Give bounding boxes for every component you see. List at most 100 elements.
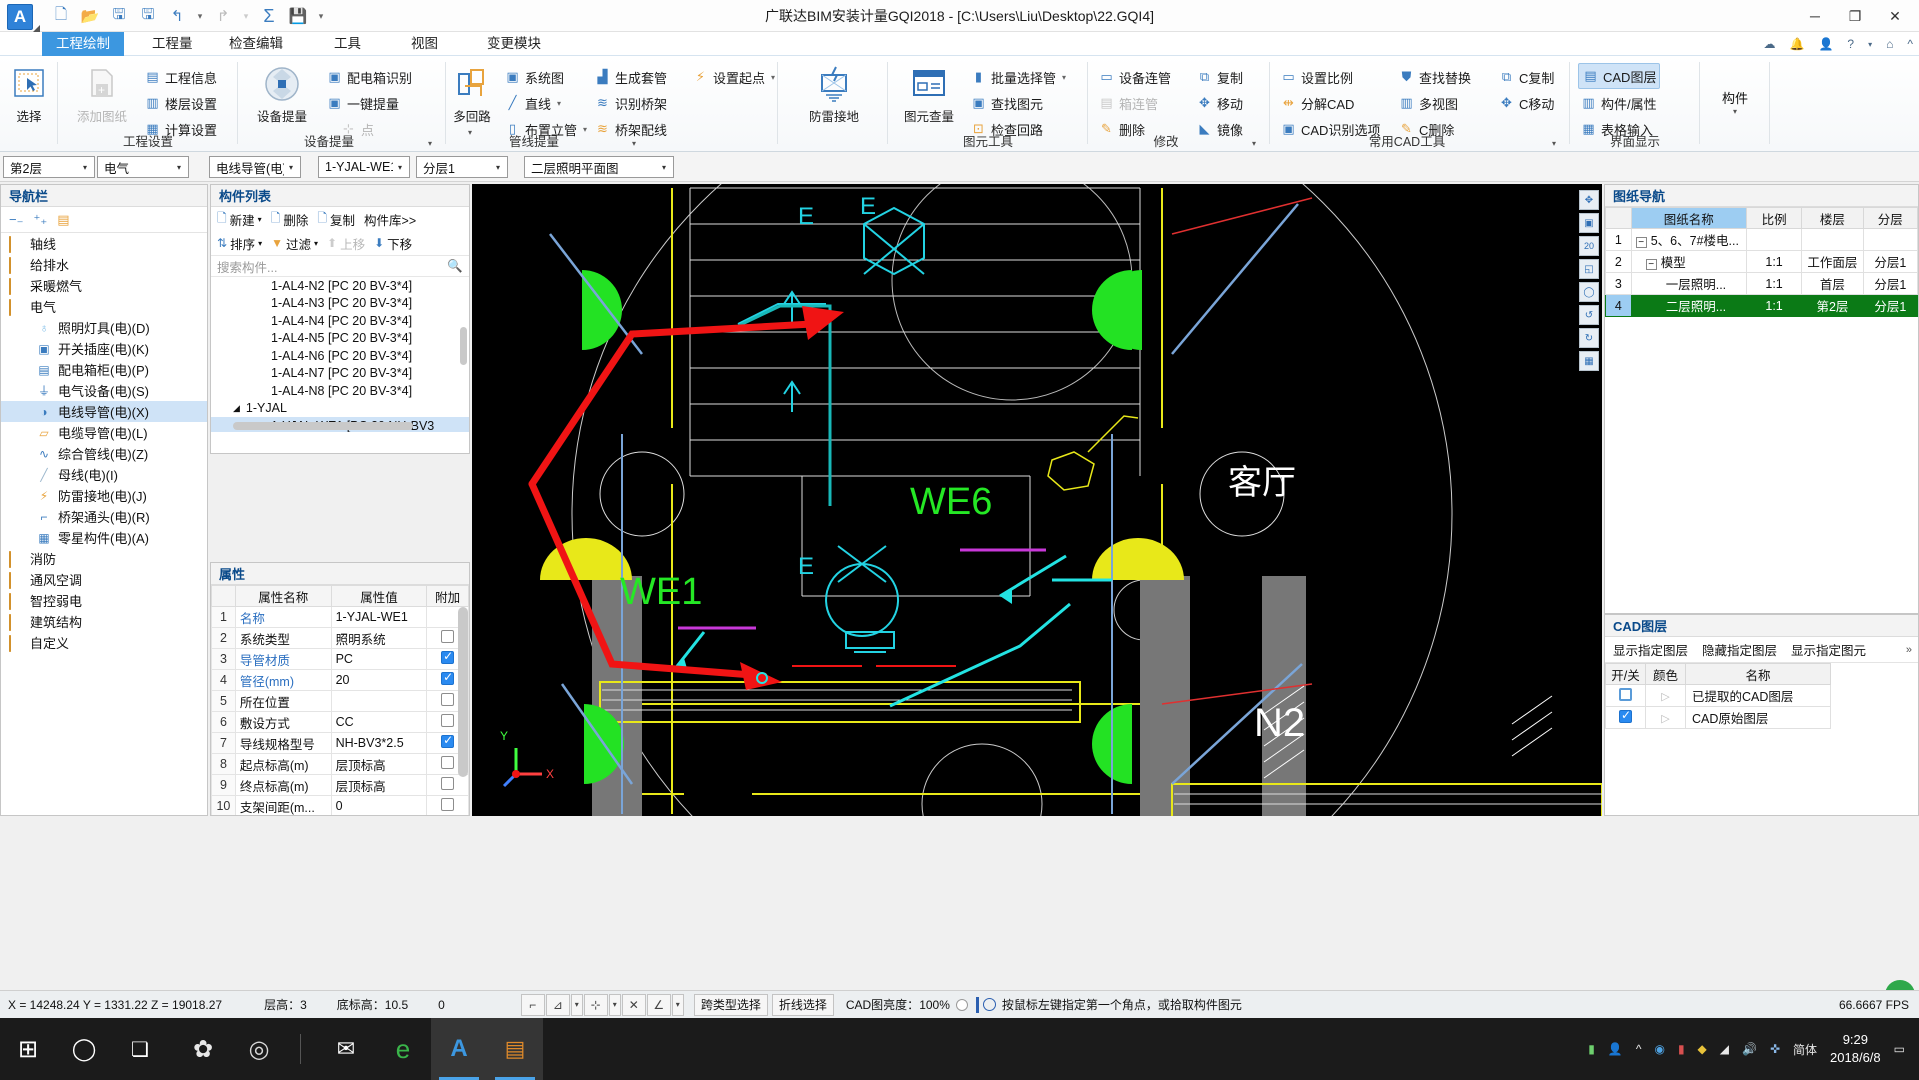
- edit-list-icon[interactable]: ▤: [57, 212, 69, 228]
- gqi-app-icon[interactable]: A: [431, 1018, 487, 1080]
- sync-icon[interactable]: ✜: [1770, 1042, 1780, 1056]
- explode-cad-button[interactable]: ⇹ 分解CAD: [1280, 90, 1354, 116]
- help-icon[interactable]: ?: [1847, 37, 1854, 51]
- filter-button[interactable]: ▼ 过滤 ▾: [271, 234, 318, 253]
- recognize-tray-button[interactable]: ≋ 识别桥架: [594, 90, 667, 116]
- floor-select[interactable]: 第2层 ▾: [3, 156, 95, 178]
- one-key-quantity-button[interactable]: ▣ 一键提量: [326, 90, 399, 116]
- find-replace-button[interactable]: ⛊ 查找替换: [1398, 64, 1471, 90]
- c-move-button[interactable]: ✥ C移动: [1498, 90, 1554, 116]
- app-clock-icon[interactable]: ◎: [231, 1018, 287, 1080]
- app-spiral-icon[interactable]: ✿: [175, 1018, 231, 1080]
- sort-button[interactable]: ⇅ 排序 ▾: [217, 234, 262, 253]
- add-drawing-button[interactable]: + 添加图纸: [68, 62, 136, 125]
- checkbox-checked[interactable]: [441, 733, 455, 748]
- move-up-button[interactable]: ⬆ 上移: [327, 234, 365, 253]
- tree-toggle-icon[interactable]: −: [1645, 259, 1657, 270]
- sidebar-item-cable-conduit[interactable]: ▱ 电缆导管(电)(L): [1, 422, 207, 443]
- set-origin-dropdown-icon[interactable]: ▾: [771, 73, 775, 82]
- sidebar-item-lighting[interactable]: ♁ 照明灯具(电)(D): [1, 317, 207, 338]
- grid-icon[interactable]: ▦: [1579, 351, 1599, 371]
- search-component-input[interactable]: 搜索构件... 🔍: [211, 255, 469, 277]
- tab-tools[interactable]: 工具: [320, 32, 375, 56]
- drawing-select[interactable]: 二层照明平面图 ▾: [524, 156, 674, 178]
- lightning-ground-button[interactable]: 防雷接地: [804, 62, 864, 125]
- modify-dropdown-icon[interactable]: ▾: [1252, 139, 1256, 148]
- list-item[interactable]: 1-AL4-N3 [PC 20 BV-3*4]: [211, 295, 469, 313]
- minimize-button[interactable]: ─: [1795, 1, 1835, 31]
- box-connect-button[interactable]: ▤ 箱连管: [1098, 90, 1158, 116]
- table-row[interactable]: ▷ CAD原始图层: [1605, 706, 1918, 729]
- checkbox[interactable]: [441, 777, 455, 790]
- move-down-button[interactable]: ⬇ 下移: [374, 234, 412, 253]
- save-bim-icon[interactable]: 🖫: [135, 3, 161, 29]
- zoom-extent-icon[interactable]: ◱: [1579, 259, 1599, 279]
- table-row[interactable]: 4 管径(mm) 20: [211, 669, 469, 691]
- zoom-value[interactable]: 20: [1579, 236, 1599, 256]
- list-item[interactable]: 1-AL4-N5 [PC 20 BV-3*4]: [211, 330, 469, 348]
- sidebar-item-electric-device[interactable]: ⏚ 电气设备(电)(S): [1, 380, 207, 401]
- rotate-cw-icon[interactable]: ↻: [1579, 328, 1599, 348]
- show-specified-element-button[interactable]: 显示指定图元: [1791, 640, 1866, 659]
- point-snap-icon[interactable]: ⊹: [583, 993, 608, 1016]
- sidebar-item-axis[interactable]: 轴线: [1, 233, 207, 254]
- checkbox[interactable]: [441, 756, 455, 769]
- multi-view-button[interactable]: ▥ 多视图: [1398, 90, 1458, 116]
- checkbox-checked[interactable]: [1619, 708, 1632, 723]
- discipline-select[interactable]: 电气 ▾: [97, 156, 189, 178]
- action-center-icon[interactable]: ▭: [1894, 1042, 1905, 1056]
- batch-select-dropdown-icon[interactable]: ▾: [1062, 73, 1066, 82]
- sidebar-item-structure[interactable]: 建筑结构: [1, 611, 207, 632]
- battery-icon[interactable]: ▮: [1588, 1042, 1595, 1056]
- checkbox[interactable]: [441, 630, 455, 643]
- edge-icon[interactable]: e: [375, 1018, 431, 1080]
- table-row[interactable]: 3 导管材质 PC: [211, 648, 469, 670]
- taskbar-clock[interactable]: 9:29 2018/6/8: [1830, 1031, 1881, 1066]
- help-dropdown-icon[interactable]: ▾: [1868, 40, 1872, 49]
- select-button[interactable]: 选择: [1, 62, 57, 125]
- app-tray-icon[interactable]: ◆: [1698, 1042, 1707, 1056]
- table-row[interactable]: 5 所在位置: [211, 690, 469, 712]
- new-component-button[interactable]: 🗋 新建 ▾: [217, 209, 262, 230]
- angle-icon[interactable]: ∠: [646, 993, 671, 1016]
- ime-mode[interactable]: 简体: [1793, 1041, 1817, 1058]
- panel-recognize-button[interactable]: ▣ 配电箱识别: [326, 64, 412, 90]
- mail-icon[interactable]: ✉: [318, 1018, 374, 1080]
- device-connect-button[interactable]: ▭ 设备连管: [1098, 64, 1171, 90]
- sidebar-item-fire[interactable]: 消防: [1, 548, 207, 569]
- rotate-ccw-icon[interactable]: ↺: [1579, 305, 1599, 325]
- sidebar-item-heating-gas[interactable]: 采暖燃气: [1, 275, 207, 296]
- snap-icon[interactable]: ⊿: [545, 993, 570, 1016]
- device-quantity-button[interactable]: 设备提量: [248, 62, 316, 125]
- close-button[interactable]: ✕: [1875, 1, 1915, 31]
- notes-app-icon[interactable]: ▤: [487, 1018, 543, 1080]
- table-row[interactable]: 2 − 模型 1:1 工作面层 分层1: [1605, 250, 1919, 273]
- pin-icon[interactable]: ⌂: [1886, 37, 1893, 51]
- delete-component-button[interactable]: 🗋 删除: [271, 209, 309, 230]
- ortho-icon[interactable]: ⌐: [520, 993, 545, 1016]
- sidebar-item-electrical[interactable]: 电气: [1, 296, 207, 317]
- volume-icon[interactable]: 🔊: [1742, 1042, 1757, 1056]
- list-item[interactable]: 1-AL4-N4 [PC 20 BV-3*4]: [211, 312, 469, 330]
- expand-all-icon[interactable]: ⁺₊: [33, 212, 47, 228]
- collapse-ribbon-icon[interactable]: ^: [1907, 37, 1913, 51]
- more-arrows-icon[interactable]: »: [1906, 644, 1912, 656]
- properties-scrollbar-thumb[interactable]: [458, 607, 468, 777]
- show-hidden-icon[interactable]: ^: [1636, 1042, 1642, 1056]
- zoom-window-icon[interactable]: ▣: [1579, 213, 1599, 233]
- maximize-button[interactable]: ❐: [1835, 1, 1875, 31]
- tab-view[interactable]: 视图: [397, 32, 452, 56]
- shield-icon[interactable]: ▮: [1678, 1042, 1685, 1056]
- network-icon[interactable]: ◢: [1720, 1042, 1729, 1056]
- redo-dropdown-icon[interactable]: ▾: [239, 3, 253, 29]
- table-row[interactable]: 3 一层照明... 1:1 首层 分层1: [1605, 272, 1919, 295]
- cad-layer-button[interactable]: ▤ CAD图层: [1578, 63, 1661, 89]
- snap-dropdown-icon[interactable]: ▾: [570, 993, 583, 1016]
- table-row[interactable]: 1 名称 1-YJAL-WE1: [211, 606, 469, 628]
- sidebar-item-tray-fitting[interactable]: ⌐ 桥架通头(电)(R): [1, 506, 207, 527]
- sum-icon[interactable]: Σ: [256, 3, 282, 29]
- start-button[interactable]: ⊞: [0, 1018, 56, 1080]
- pipe-quantity-dropdown-icon[interactable]: ▾: [632, 139, 636, 148]
- cloud-icon[interactable]: ☁: [1764, 37, 1776, 51]
- list-item[interactable]: 1-AL4-N2 [PC 20 BV-3*4]: [211, 277, 469, 295]
